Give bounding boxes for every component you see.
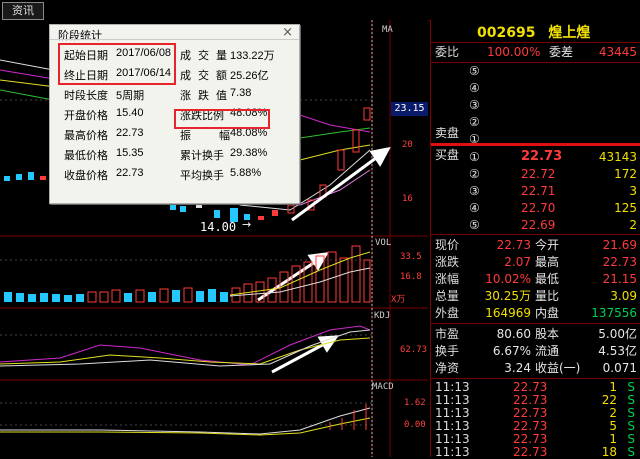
dialog-key: 累计换手 xyxy=(180,149,224,162)
dialog-value: 25.26亿 xyxy=(230,70,269,82)
dialog-key: 平均换手 xyxy=(180,169,224,182)
dialog-title: 阶段统计 xyxy=(58,29,102,42)
dialog-key: 开盘价格 xyxy=(64,109,108,122)
vol-unit: X万 xyxy=(391,295,406,305)
kdj-label: KDJ xyxy=(374,311,391,321)
macd-label: MACD xyxy=(372,382,394,392)
highlight-change-ratio xyxy=(174,109,270,129)
buy-level-row: ⑤ 22.69 2 xyxy=(469,218,637,232)
dialog-key: 成 交 额 xyxy=(180,69,227,82)
stock-code: 002695 xyxy=(477,25,536,41)
stock-name: 煌上煌 xyxy=(548,25,591,41)
dialog-key: 涨 跌 值 xyxy=(180,89,227,102)
buy-level-row: ④ 22.70 125 xyxy=(469,201,637,215)
macd-axis-zero: 0.00 xyxy=(404,420,426,430)
dialog-key: 振 幅 xyxy=(180,129,230,142)
dialog-key: 最低价格 xyxy=(64,149,108,162)
sell-level: ⑤ xyxy=(469,64,480,78)
tab-news[interactable]: 资讯 xyxy=(2,2,44,20)
tick-row: 11:13 22.73 18 S xyxy=(435,445,635,459)
dialog-value: 22.73 xyxy=(116,127,144,139)
stats-row: 涨跌 2.07 最高 22.73 xyxy=(435,255,637,269)
sell-level: ③ xyxy=(469,98,480,112)
stats-row: 外盘 164969 内盘 137556 xyxy=(435,306,637,320)
buy-level-row: ② 22.72 172 xyxy=(469,167,637,181)
dialog-key: 最高价格 xyxy=(64,129,108,142)
dialog-divider xyxy=(50,39,299,40)
y-axis-16: 16 xyxy=(402,194,413,204)
vol-label: VOL xyxy=(375,238,392,248)
vol-axis-mid: 16.8 xyxy=(400,272,422,282)
stats2-row: 换手 6.67% 流通 4.53亿 xyxy=(435,344,637,358)
dialog-value: 22.73 xyxy=(116,167,144,179)
stats-row: 现价 22.73 今开 21.69 xyxy=(435,238,637,252)
dialog-value: 15.35 xyxy=(116,147,144,159)
dialog-value: 7.38 xyxy=(230,87,252,99)
stock-code-name: 002695 煌上煌 xyxy=(477,22,590,42)
dialog-value: 15.40 xyxy=(116,107,144,119)
ma-label: MA xyxy=(382,25,393,35)
kdj-axis-value: 62.73 xyxy=(400,345,428,355)
dialog-key: 成 交 量 xyxy=(180,49,227,62)
sell-level: ② xyxy=(469,115,480,129)
bid-ask-divider xyxy=(431,143,640,146)
macd-axis-top: 1.62 xyxy=(404,398,426,408)
dialog-key: 收盘价格 xyxy=(64,169,108,182)
dialog-key: 时段长度 xyxy=(64,89,108,102)
vol-axis-top: 33.5 xyxy=(400,252,422,262)
y-axis-20: 20 xyxy=(402,140,413,150)
current-price-tag: 23.15 xyxy=(391,102,428,116)
stats-row: 总量 30.25万 量比 3.09 xyxy=(435,289,637,303)
arrow-right-icon: → xyxy=(242,218,252,231)
weibi-row: 委比 100.00% 委差 43445 xyxy=(435,45,637,59)
buy-level-row: ① 22.73 43143 xyxy=(469,149,637,164)
stage-statistics-dialog[interactable]: 阶段统计 × 起始日期 2017/06/08 终止日期 2017/06/14 时段长… xyxy=(49,24,300,204)
price-low-annotation: 14.00 xyxy=(200,220,237,234)
dialog-value: 5.88% xyxy=(230,167,262,179)
stats2-row: 净资 3.24 收益(一) 0.071 xyxy=(435,361,637,375)
close-icon[interactable]: × xyxy=(282,25,293,40)
stats2-row: 市盈 80.60 股本 5.00亿 xyxy=(435,327,637,341)
stats-row: 涨幅 10.02% 最低 21.15 xyxy=(435,272,637,286)
dialog-value: 133.22万 xyxy=(230,50,275,62)
dialog-value: 5周期 xyxy=(116,90,145,102)
sell-label: 卖盘 xyxy=(435,126,460,140)
quote-panel: 002695 煌上煌 委比 100.00% 委差 43445 ⑤④③②① 卖盘 … xyxy=(430,20,640,459)
sell-level: ④ xyxy=(469,81,480,95)
dialog-value: 29.38% xyxy=(230,147,268,159)
top-tab-bar: 资讯 xyxy=(0,0,640,21)
buy-level-row: ③ 22.71 3 xyxy=(469,184,637,198)
highlight-date-range xyxy=(58,43,176,85)
